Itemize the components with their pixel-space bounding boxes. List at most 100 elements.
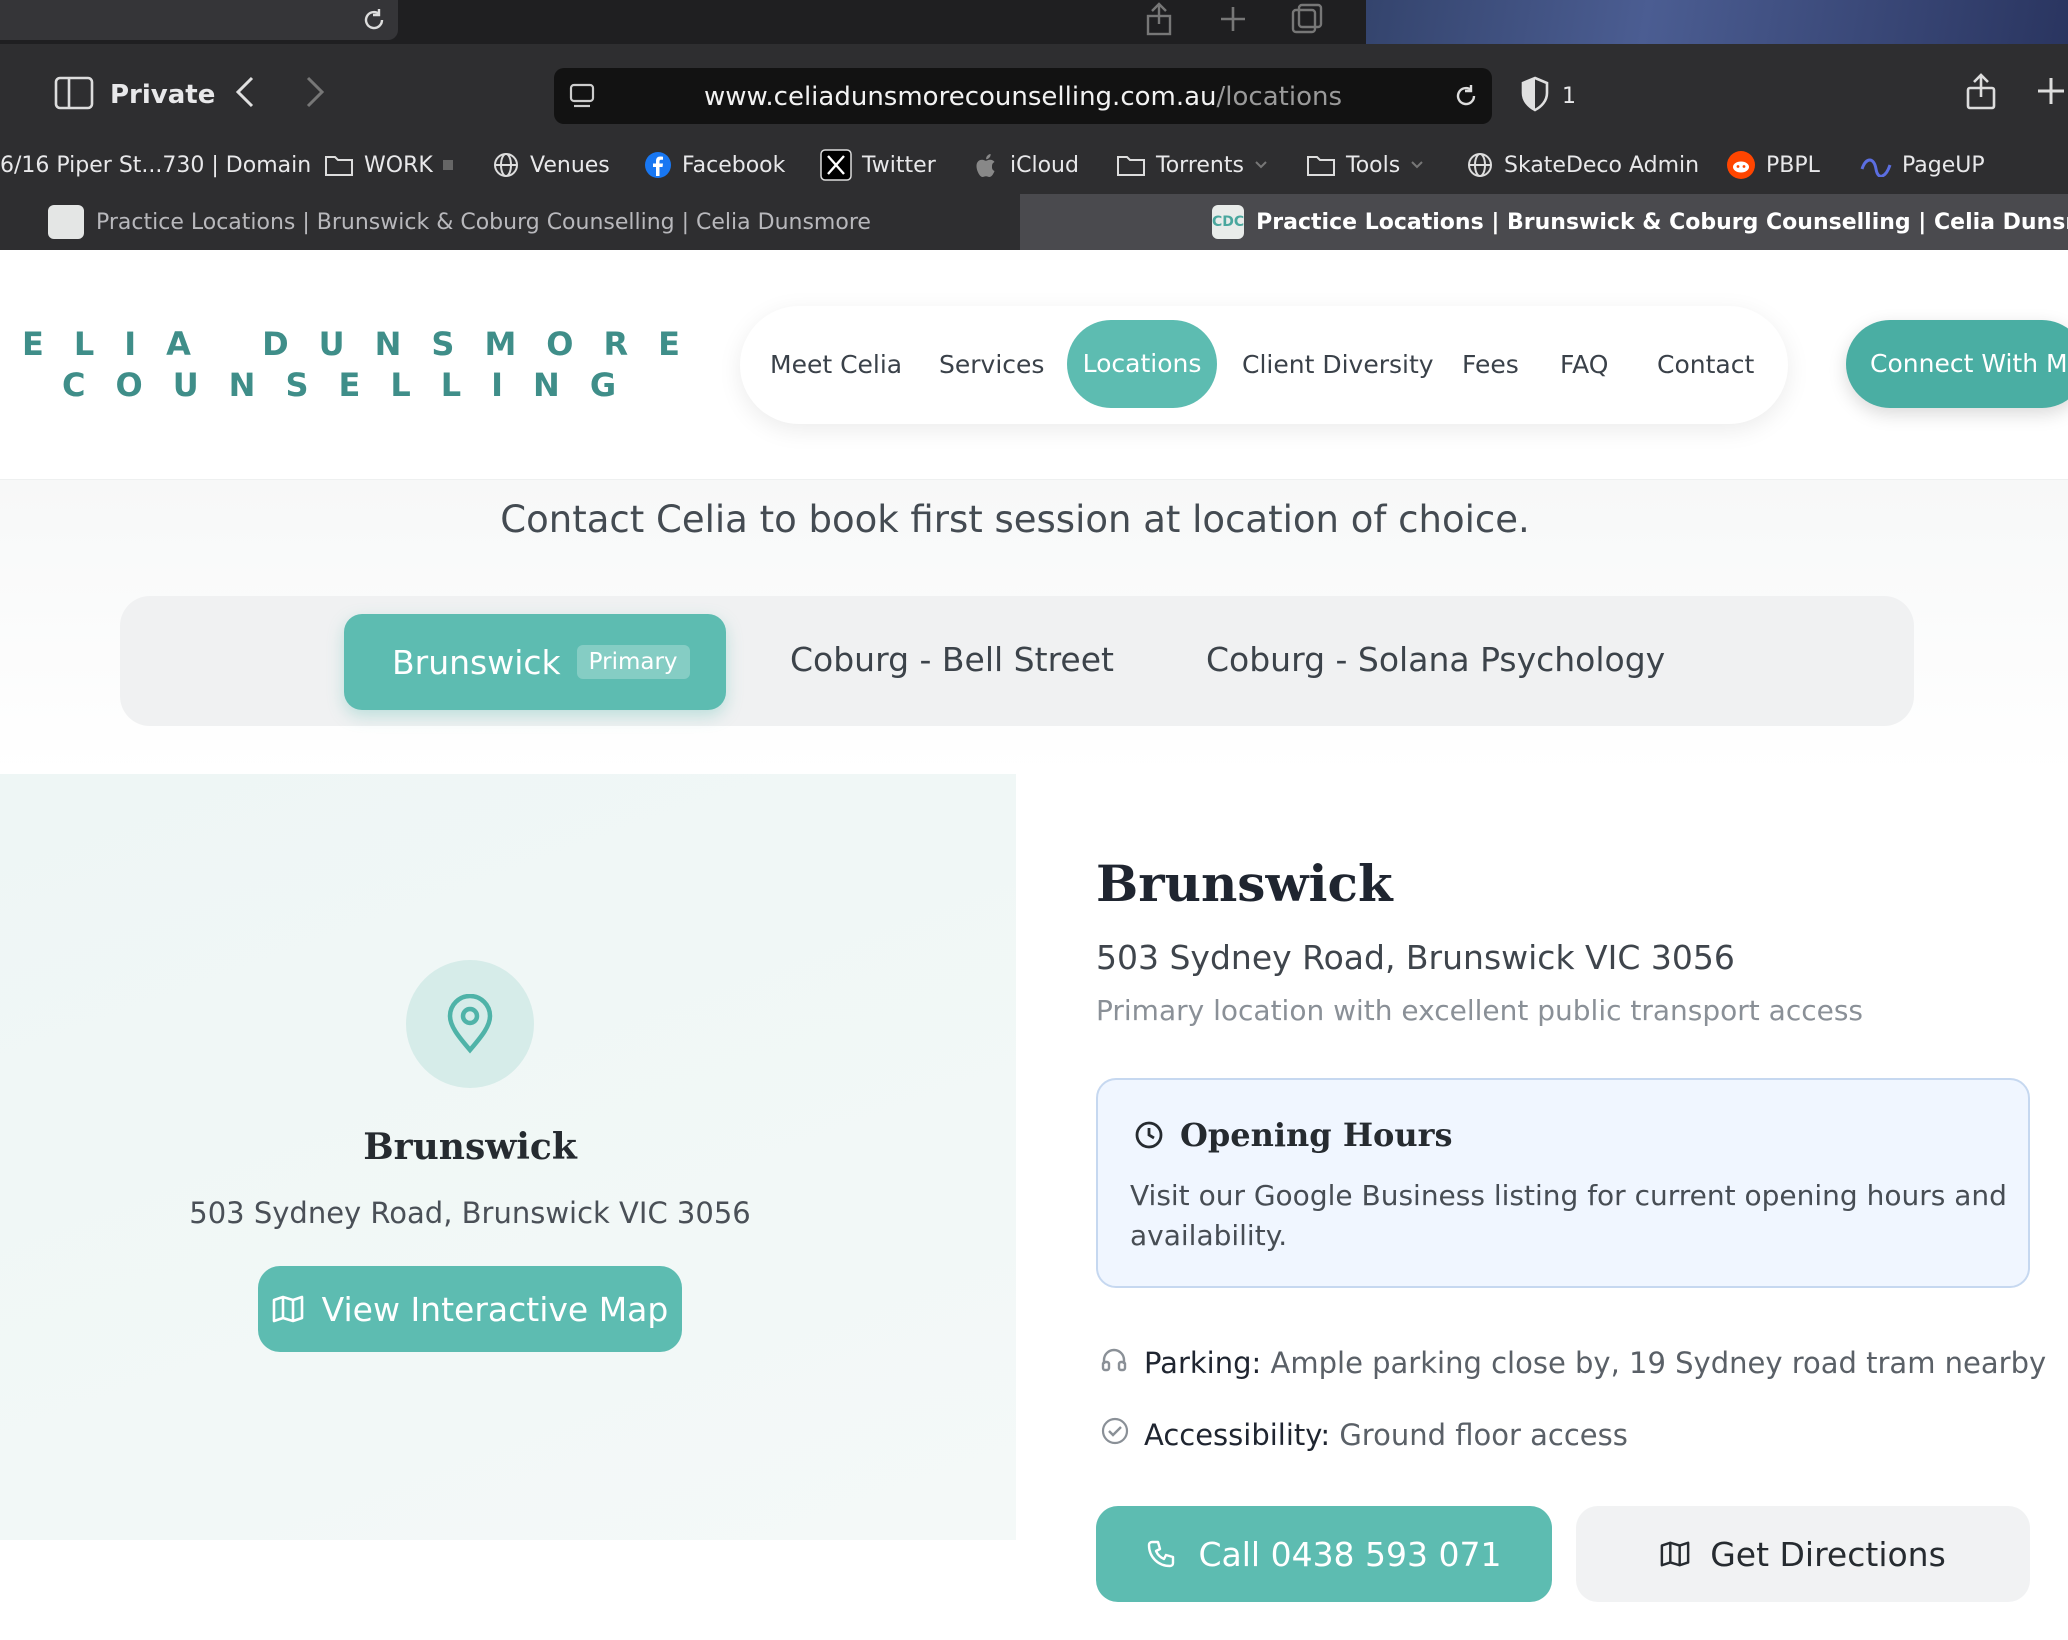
bookmark-label: Facebook <box>682 152 786 178</box>
bookmark-pbpl[interactable]: PBPL <box>1726 150 1820 180</box>
connect-with-me-button[interactable]: Connect With Me <box>1846 320 2068 408</box>
tab-overview-icon[interactable] <box>1290 2 1324 36</box>
folder-icon <box>1117 156 1145 176</box>
bookmark-tools[interactable]: Tools <box>1306 150 1424 180</box>
map-pin-icon <box>447 994 493 1054</box>
sidebar-icon[interactable] <box>54 76 94 110</box>
globe-icon <box>1468 153 1492 177</box>
bookmark-label: PageUP <box>1902 152 1985 178</box>
bookmark-label: iCloud <box>1010 152 1079 178</box>
map-icon <box>1660 1541 1690 1567</box>
get-directions-button[interactable]: Get Directions <box>1576 1506 2030 1602</box>
bookmark-domain[interactable]: 6/16 Piper St...730 | Domain <box>0 150 311 180</box>
previous-window-tab[interactable] <box>0 0 398 40</box>
browser-tab-inactive[interactable]: Practice Locations | Brunswick & Coburg … <box>0 194 1020 250</box>
accessibility-label: Accessibility: <box>1144 1418 1331 1452</box>
bookmark-pageup[interactable]: PageUP <box>1858 150 1985 180</box>
parking-info: Parking: Ample parking close by, 19 Sydn… <box>1144 1346 2046 1380</box>
location-description: Primary location with excellent public t… <box>1096 994 1864 1027</box>
tab-coburg-solana[interactable]: Coburg - Solana Psychology <box>1206 640 1665 679</box>
location-address: 503 Sydney Road, Brunswick VIC 3056 <box>1096 938 1735 977</box>
facebook-icon <box>645 152 671 178</box>
map-location-title: Brunswick <box>363 1126 577 1168</box>
view-interactive-map-button[interactable]: View Interactive Map <box>258 1266 682 1352</box>
apple-icon <box>976 154 995 177</box>
parking-label: Parking: <box>1144 1346 1262 1380</box>
chevron-down-icon <box>1411 161 1423 169</box>
call-button[interactable]: Call 0438 593 071 <box>1096 1506 1552 1602</box>
button-label: Get Directions <box>1710 1534 1946 1574</box>
bookmark-skatedeco[interactable]: SkateDeco Admin <box>1466 150 1699 180</box>
new-tab-icon[interactable] <box>2036 76 2066 106</box>
bookmark-label: Tools <box>1346 152 1401 178</box>
share-icon[interactable] <box>1144 2 1174 36</box>
parking-value: Ample parking close by, 19 Sydney road t… <box>1270 1346 2047 1380</box>
bookmark-dot-icon <box>442 160 453 170</box>
tab-coburg-bell-street[interactable]: Coburg - Bell Street <box>790 640 1114 679</box>
bookmark-venues[interactable]: Venues <box>492 150 610 180</box>
opening-hours-title: Opening Hours <box>1180 1116 1453 1154</box>
folder-icon <box>325 156 353 176</box>
bookmark-label: Twitter <box>862 152 936 178</box>
site-favicon-icon: CDC <box>1212 205 1245 239</box>
url-domain: www.celiadunsmorecounselling.com.au <box>704 82 1217 112</box>
map-icon <box>272 1295 303 1323</box>
button-label: View Interactive Map <box>321 1289 669 1329</box>
forward-icon[interactable] <box>302 74 328 110</box>
bookmark-label: SkateDeco Admin <box>1504 152 1700 178</box>
check-circle-icon <box>1101 1417 1129 1445</box>
bookmark-icloud[interactable]: iCloud <box>974 150 1079 180</box>
nav-fees[interactable]: Fees <box>1462 350 1519 379</box>
tab-title: Practice Locations | Brunswick & Coburg … <box>1256 209 2068 235</box>
chevron-down-icon <box>1255 161 1267 169</box>
window-top-strip <box>0 0 2068 44</box>
tab-title: Practice Locations | Brunswick & Coburg … <box>96 209 871 235</box>
bookmark-work[interactable]: WORK <box>324 150 453 180</box>
globe-icon <box>494 153 518 177</box>
reload-icon[interactable] <box>1452 82 1480 110</box>
nav-meet-celia[interactable]: Meet Celia <box>770 350 902 379</box>
nav-contact[interactable]: Contact <box>1657 350 1754 379</box>
nav-client-diversity[interactable]: Client Diversity <box>1242 350 1434 379</box>
back-icon[interactable] <box>232 74 258 110</box>
x-icon <box>820 149 852 181</box>
url-path: /locations <box>1216 82 1342 112</box>
bookmark-label: PBPL <box>1766 152 1820 178</box>
reddit-icon <box>1727 151 1755 179</box>
clock-icon <box>1135 1121 1163 1149</box>
bookmark-facebook[interactable]: Facebook <box>644 150 785 180</box>
privacy-count: 1 <box>1562 84 1576 109</box>
tab-brunswick[interactable]: Brunswick Primary <box>344 614 726 710</box>
bookmark-label: WORK <box>364 152 433 178</box>
logo-line-1[interactable]: ELIA DUNSMORE <box>22 325 710 363</box>
bookmark-torrents[interactable]: Torrents <box>1116 150 1268 180</box>
share-icon[interactable] <box>1964 72 1998 112</box>
opening-hours-text: Visit our Google Business listing for cu… <box>1130 1179 2007 1252</box>
location-title: Brunswick <box>1096 854 1393 913</box>
nav-faq[interactable]: FAQ <box>1560 350 1608 379</box>
bookmark-label: Venues <box>530 152 610 178</box>
bookmark-label: Torrents <box>1156 152 1244 178</box>
intro-text: Contact Celia to book first session at l… <box>500 498 1530 541</box>
new-tab-icon[interactable] <box>1218 4 1248 34</box>
accessibility-value: Ground floor access <box>1339 1418 1628 1452</box>
desktop-wallpaper <box>1366 0 2068 44</box>
privacy-shield-icon[interactable] <box>1520 76 1550 112</box>
accessibility-info: Accessibility: Ground floor access <box>1144 1418 1628 1452</box>
address-bar[interactable]: www.celiadunsmorecounselling.com.au/loca… <box>554 68 1492 124</box>
browser-tab-active[interactable]: CDC Practice Locations | Brunswick & Cob… <box>1020 194 2068 250</box>
bookmark-twitter[interactable]: Twitter <box>820 149 936 181</box>
tab-label: Brunswick <box>392 642 561 682</box>
nav-locations[interactable]: Locations <box>1067 320 1217 408</box>
reload-icon[interactable] <box>360 6 388 34</box>
button-label: Call 0438 593 071 <box>1198 1534 1502 1574</box>
folder-icon <box>1307 156 1335 176</box>
headphones-icon <box>1101 1348 1127 1372</box>
nav-services[interactable]: Services <box>939 350 1044 379</box>
bookmark-label: 6/16 Piper St...730 | Domain <box>0 152 312 178</box>
location-pin-badge <box>406 960 534 1088</box>
map-location-address: 503 Sydney Road, Brunswick VIC 3056 <box>189 1196 751 1230</box>
private-mode-label: Private <box>110 80 216 110</box>
logo-line-2[interactable]: COUNSELLING <box>62 366 646 404</box>
url-text[interactable]: www.celiadunsmorecounselling.com.au/loca… <box>554 82 1492 112</box>
